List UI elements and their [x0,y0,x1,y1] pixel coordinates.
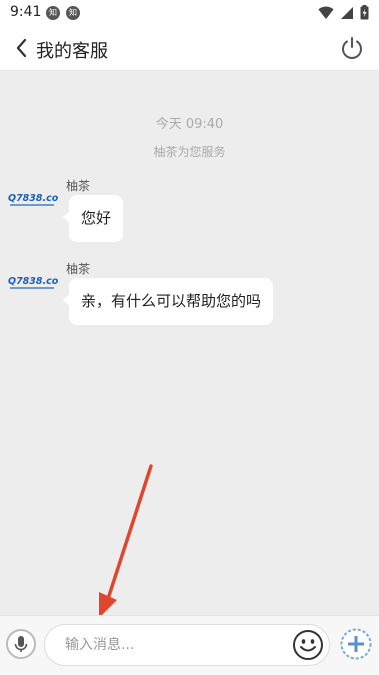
power-icon[interactable] [339,35,365,61]
wifi-icon [318,6,334,19]
signal-icon [341,6,353,19]
message-input[interactable] [44,624,330,666]
sender-name: 柚茶 [66,179,91,193]
system-message: 柚茶为您服务 [153,145,226,159]
emoji-icon[interactable] [292,629,324,661]
avatar-logo-text: Q7838.com [8,276,58,287]
avatar: Q7838.com [8,193,58,206]
status-bar: 9:41 知 知 [0,0,379,26]
message-bubble[interactable]: 您好 [62,195,124,242]
voice-button[interactable] [6,629,36,659]
avatar: Q7838.com [8,276,58,289]
microphone-icon [14,636,28,652]
plus-more-icon[interactable] [339,627,373,661]
notification-icon: 知 [46,6,60,20]
status-indicators [318,5,369,20]
message-bubble[interactable]: 亲，有什么可以帮助您的吗 [62,278,274,325]
chat-area[interactable]: 今天 09:40 柚茶为您服务 Q7838.com 柚茶 您好 Q7838.co… [0,71,379,615]
avatar-logo-text: Q7838.com [8,193,58,204]
header-bar: 我的客服 [0,26,379,71]
back-arrow-icon[interactable] [12,36,32,60]
battery-icon [360,5,369,20]
sender-name: 柚茶 [66,262,91,276]
status-time: 9:41 [10,4,42,20]
annotation-arrow-icon [99,464,153,618]
input-bar [0,615,379,675]
page-title: 我的客服 [36,41,108,62]
notification-icon: 知 [66,6,80,20]
system-timestamp: 今天 09:40 [155,117,224,132]
